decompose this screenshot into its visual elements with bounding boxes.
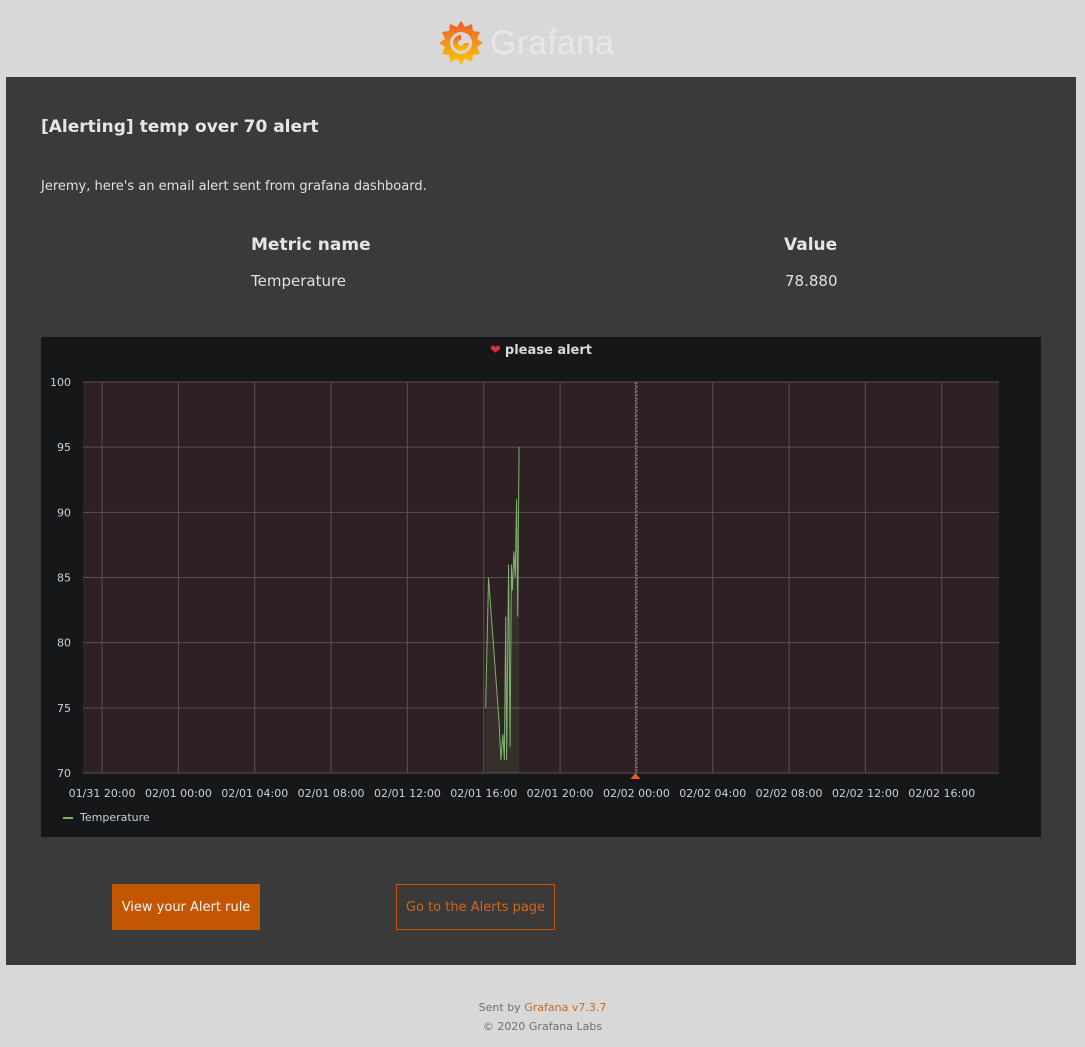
alert-email-card: [Alerting] temp over 70 alert Jeremy, he… xyxy=(6,77,1076,965)
x-tick-label: 02/02 16:00 xyxy=(908,787,975,800)
x-tick-label: 02/01 00:00 xyxy=(145,787,212,800)
copyright-text: © 2020 Grafana Labs xyxy=(482,1020,603,1033)
y-tick-label: 80 xyxy=(57,637,71,650)
email-footer: Sent by Grafana v7.3.7 © 2020 Grafana La… xyxy=(0,998,1085,1036)
x-tick-label: 02/02 08:00 xyxy=(756,787,823,800)
metric-value-cell: 78.880 xyxy=(785,272,838,290)
y-tick-label: 75 xyxy=(57,702,71,715)
x-tick-label: 01/31 20:00 xyxy=(69,787,136,800)
y-tick-label: 100 xyxy=(50,376,71,389)
sent-by-label: Sent by xyxy=(478,1001,521,1014)
y-tick-label: 90 xyxy=(57,506,71,519)
x-tick-label: 02/02 00:00 xyxy=(603,787,670,800)
alert-message: Jeremy, here's an email alert sent from … xyxy=(41,179,427,194)
view-alert-rule-button[interactable]: View your Alert rule xyxy=(112,884,260,930)
grafana-logo: Grafana xyxy=(436,16,614,70)
brand-name: Grafana xyxy=(490,23,615,62)
x-tick-label: 02/01 20:00 xyxy=(527,787,594,800)
y-tick-label: 95 xyxy=(57,441,71,454)
x-tick-label: 02/02 12:00 xyxy=(832,787,899,800)
y-tick-label: 70 xyxy=(57,767,71,780)
legend-swatch-temperature xyxy=(63,816,73,819)
alert-title: [Alerting] temp over 70 alert xyxy=(41,117,319,137)
x-tick-label: 02/01 08:00 xyxy=(298,787,365,800)
broken-heart-icon: ❤ xyxy=(489,343,501,358)
metric-name-header: Metric name xyxy=(251,235,371,255)
grafana-logo-icon xyxy=(439,21,483,65)
panel-title: ❤ please alert xyxy=(41,343,1041,358)
x-tick-label: 02/01 12:00 xyxy=(374,787,441,800)
alert-annotation-marker xyxy=(630,773,641,779)
grafana-version-link[interactable]: Grafana v7.3.7 xyxy=(524,1001,606,1014)
x-tick-label: 02/01 16:00 xyxy=(450,787,517,800)
temperature-chart: 70 75 80 85 90 95 100 01/31 20:00 02/01 00:00 02/… xyxy=(50,376,999,800)
x-tick-label: 02/02 04:00 xyxy=(679,787,746,800)
x-tick-label: 02/01 04:00 xyxy=(221,787,288,800)
metric-name-cell: Temperature xyxy=(251,272,347,290)
panel-title-text: please alert xyxy=(504,343,592,358)
graph-panel: 70 75 80 85 90 95 100 01/31 20:00 02/01 00:00 02/… xyxy=(41,337,1041,837)
legend-label-temperature: Temperature xyxy=(80,811,150,824)
go-to-alerts-page-button[interactable]: Go to the Alerts page xyxy=(396,884,555,930)
value-header: Value xyxy=(784,235,838,255)
chart-legend[interactable]: Temperature xyxy=(63,811,150,824)
y-tick-label: 85 xyxy=(57,572,71,585)
